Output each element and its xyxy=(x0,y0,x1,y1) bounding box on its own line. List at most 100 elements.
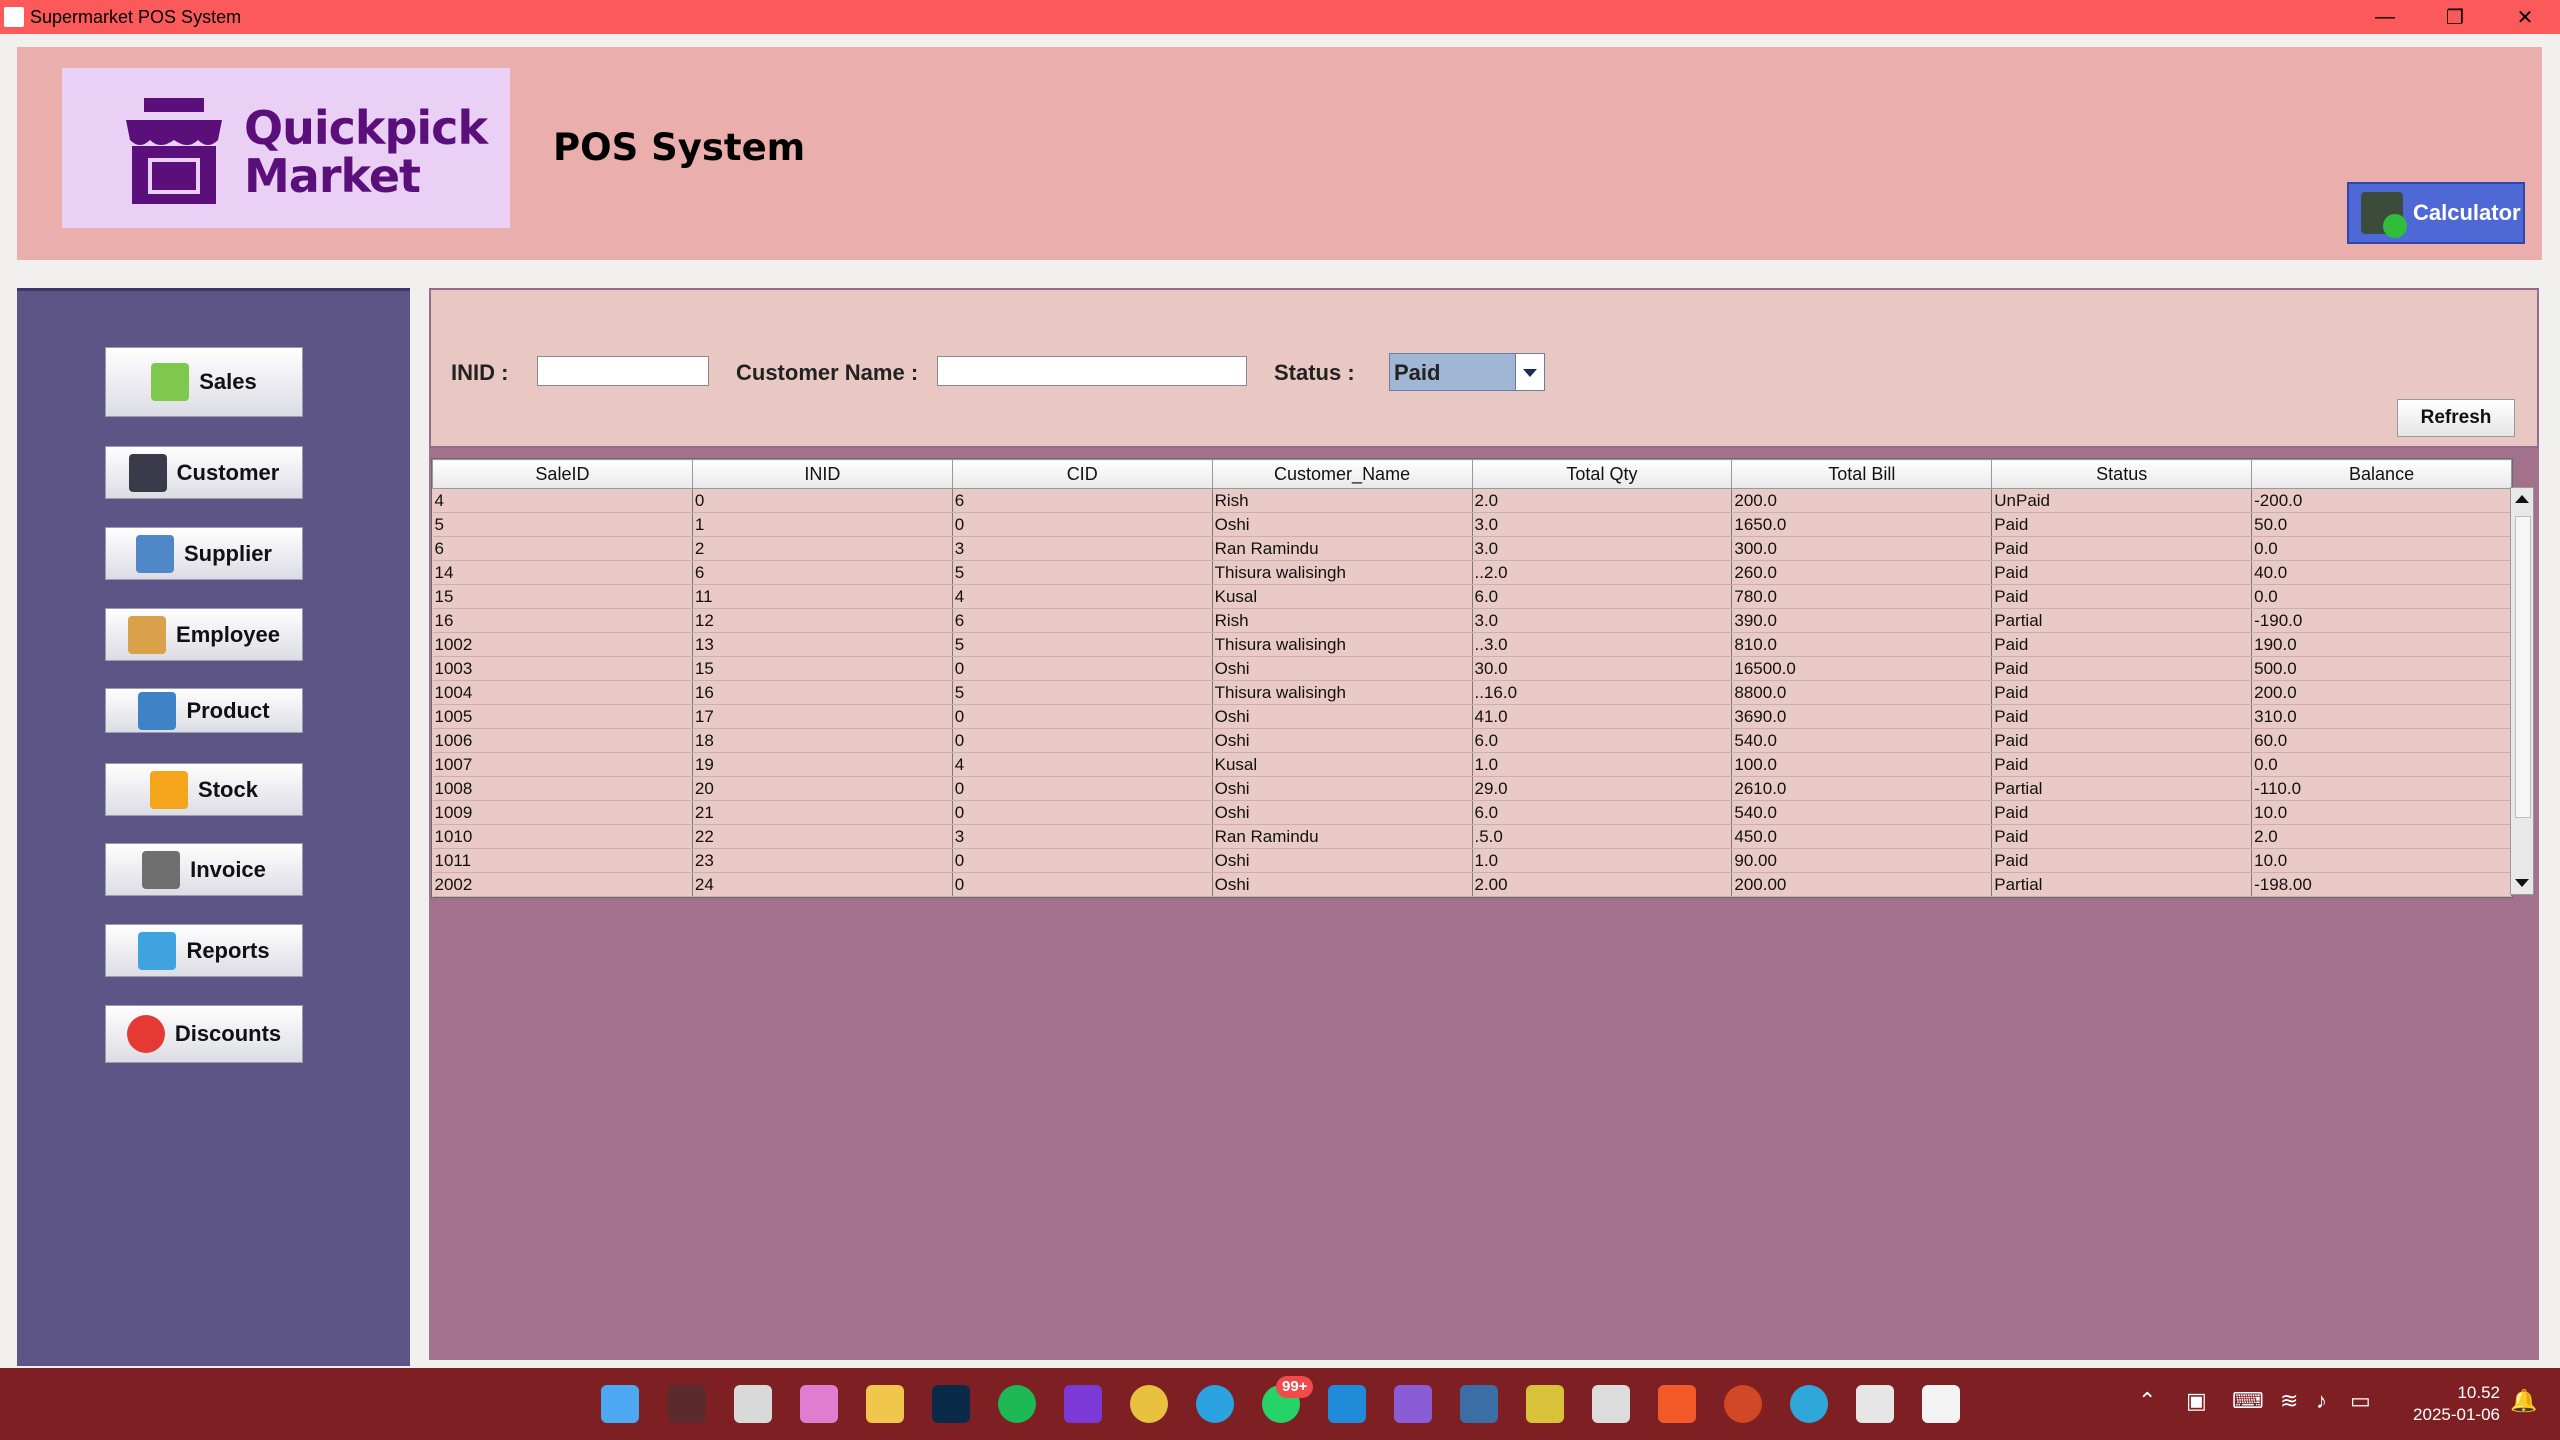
column-header[interactable]: Status xyxy=(1991,459,2253,489)
table-cell[interactable]: Paid xyxy=(1991,728,2253,753)
table-cell[interactable]: 22 xyxy=(692,824,953,849)
table-cell[interactable]: 0 xyxy=(952,656,1213,681)
calculator-button[interactable]: Calculator xyxy=(2347,182,2525,244)
powerpoint-icon[interactable] xyxy=(1724,1385,1762,1423)
table-cell[interactable]: 29.0 xyxy=(1472,776,1733,801)
table-cell[interactable]: 3.0 xyxy=(1472,608,1733,633)
table-cell[interactable]: 3.0 xyxy=(1472,512,1733,537)
table-row[interactable]: 14 6 5 Thisura walisingh ..2.0 260.0 Paid 40.0 xyxy=(432,560,2512,585)
visual-studio-icon[interactable] xyxy=(1394,1385,1432,1423)
table-cell[interactable]: 0 xyxy=(952,512,1213,537)
table-cell[interactable]: 1010 xyxy=(432,824,693,849)
table-cell[interactable]: 200.0 xyxy=(2251,680,2512,705)
table-cell[interactable]: 20 xyxy=(692,776,953,801)
scroll-down-icon[interactable] xyxy=(2515,879,2529,887)
sidebar-item-employee[interactable]: Employee xyxy=(105,608,303,661)
table-cell[interactable]: 3.0 xyxy=(1472,536,1733,561)
table-cell[interactable]: Rish xyxy=(1212,608,1473,633)
taskbar-clock[interactable]: 10.52 2025-01-06 xyxy=(2400,1382,2500,1426)
table-cell[interactable]: 260.0 xyxy=(1731,560,1993,585)
inid-input[interactable] xyxy=(537,356,709,386)
column-header[interactable]: Customer_Name xyxy=(1211,459,1473,489)
chevron-down-icon[interactable] xyxy=(1515,354,1544,390)
sidebar-item-supplier[interactable]: Supplier xyxy=(105,527,303,580)
copilot-icon[interactable] xyxy=(800,1385,838,1423)
table-cell[interactable]: 100.0 xyxy=(1731,752,1993,777)
table-cell[interactable]: 14 xyxy=(432,560,693,585)
table-cell[interactable]: 1005 xyxy=(432,704,693,729)
table-row[interactable]: 1002 13 5 Thisura walisingh ..3.0 810.0 Paid 19… xyxy=(432,632,2512,657)
table-cell[interactable]: 540.0 xyxy=(1731,728,1993,753)
app-icon-2[interactable] xyxy=(1856,1385,1894,1423)
table-cell[interactable]: Paid xyxy=(1991,824,2253,849)
table-cell[interactable]: 15 xyxy=(692,656,953,681)
table-cell[interactable]: 15 xyxy=(432,584,693,609)
table-cell[interactable]: 190.0 xyxy=(2251,632,2512,657)
visual-studio-purple-icon[interactable] xyxy=(1064,1385,1102,1423)
table-cell[interactable]: 200.00 xyxy=(1731,872,1993,897)
table-cell[interactable]: 5 xyxy=(432,512,693,537)
table-cell[interactable]: 2.0 xyxy=(1472,488,1733,513)
table-row[interactable]: 5 1 0 Oshi 3.0 1650.0 Paid 50.0 xyxy=(432,512,2512,537)
table-cell[interactable]: 200.0 xyxy=(1731,488,1993,513)
sidebar-item-product[interactable]: Product xyxy=(105,688,303,733)
table-cell[interactable]: Thisura walisingh xyxy=(1212,680,1473,705)
table-cell[interactable]: 1009 xyxy=(432,800,693,825)
column-header[interactable]: INID xyxy=(691,459,953,489)
table-cell[interactable]: Thisura walisingh xyxy=(1212,632,1473,657)
table-row[interactable]: 16 12 6 Rish 3.0 390.0 Partial -190.0 xyxy=(432,608,2512,633)
table-cell[interactable]: 13 xyxy=(692,632,953,657)
volume-icon[interactable]: ♪ xyxy=(2316,1388,2327,1414)
table-cell[interactable]: 6 xyxy=(432,536,693,561)
table-cell[interactable]: -190.0 xyxy=(2251,608,2512,633)
table-row[interactable]: 1009 21 0 Oshi 6.0 540.0 Paid 10.0 xyxy=(432,800,2512,825)
table-cell[interactable]: Paid xyxy=(1991,752,2253,777)
scrollbar-thumb[interactable] xyxy=(2515,516,2531,818)
table-cell[interactable]: 23 xyxy=(692,848,953,873)
table-cell[interactable]: 1011 xyxy=(432,848,693,873)
table-cell[interactable]: Oshi xyxy=(1212,872,1473,897)
table-cell[interactable]: 0.0 xyxy=(2251,536,2512,561)
table-row[interactable]: 1011 23 0 Oshi 1.0 90.00 Paid 10.0 xyxy=(432,848,2512,873)
table-cell[interactable]: Oshi xyxy=(1212,776,1473,801)
table-cell[interactable]: 6.0 xyxy=(1472,584,1733,609)
close-button[interactable]: ✕ xyxy=(2490,0,2560,34)
sidebar-item-invoice[interactable]: Invoice xyxy=(105,843,303,896)
table-cell[interactable]: 0 xyxy=(952,800,1213,825)
table-cell[interactable]: 8800.0 xyxy=(1731,680,1993,705)
table-row[interactable]: 1006 18 0 Oshi 6.0 540.0 Paid 60.0 xyxy=(432,728,2512,753)
keyboard-icon[interactable]: ⌨ xyxy=(2232,1388,2264,1414)
table-cell[interactable]: 3 xyxy=(952,536,1213,561)
photoshop-icon[interactable] xyxy=(932,1385,970,1423)
table-cell[interactable]: 1003 xyxy=(432,656,693,681)
table-cell[interactable]: 40.0 xyxy=(2251,560,2512,585)
table-cell[interactable]: 30.0 xyxy=(1472,656,1733,681)
spotify-icon[interactable] xyxy=(998,1385,1036,1423)
table-cell[interactable]: 1650.0 xyxy=(1731,512,1993,537)
scroll-up-icon[interactable] xyxy=(2515,495,2529,503)
table-cell[interactable]: 780.0 xyxy=(1731,584,1993,609)
table-cell[interactable]: Paid xyxy=(1991,632,2253,657)
table-cell[interactable]: Oshi xyxy=(1212,848,1473,873)
table-cell[interactable]: 1004 xyxy=(432,680,693,705)
table-cell[interactable]: 390.0 xyxy=(1731,608,1993,633)
table-cell[interactable]: 450.0 xyxy=(1731,824,1993,849)
notification-bell-icon[interactable]: 🔔 xyxy=(2510,1388,2537,1414)
table-cell[interactable]: Ran Ramindu xyxy=(1212,824,1473,849)
table-cell[interactable]: 24 xyxy=(692,872,953,897)
table-cell[interactable]: 1002 xyxy=(432,632,693,657)
table-cell[interactable]: 18 xyxy=(692,728,953,753)
chrome-icon[interactable] xyxy=(1130,1385,1168,1423)
table-cell[interactable]: 1008 xyxy=(432,776,693,801)
table-cell[interactable]: 3690.0 xyxy=(1731,704,1993,729)
sidebar-item-discounts[interactable]: Discounts xyxy=(105,1005,303,1063)
table-cell[interactable]: 10.0 xyxy=(2251,848,2512,873)
table-cell[interactable]: 17 xyxy=(692,704,953,729)
table-cell[interactable]: 810.0 xyxy=(1731,632,1993,657)
table-cell[interactable]: 10.0 xyxy=(2251,800,2512,825)
table-cell[interactable]: 310.0 xyxy=(2251,704,2512,729)
table-row[interactable]: 1005 17 0 Oshi 41.0 3690.0 Paid 310.0 xyxy=(432,704,2512,729)
telegram-icon[interactable] xyxy=(1196,1385,1234,1423)
table-cell[interactable]: 5 xyxy=(952,632,1213,657)
table-cell[interactable]: Partial xyxy=(1991,872,2253,897)
